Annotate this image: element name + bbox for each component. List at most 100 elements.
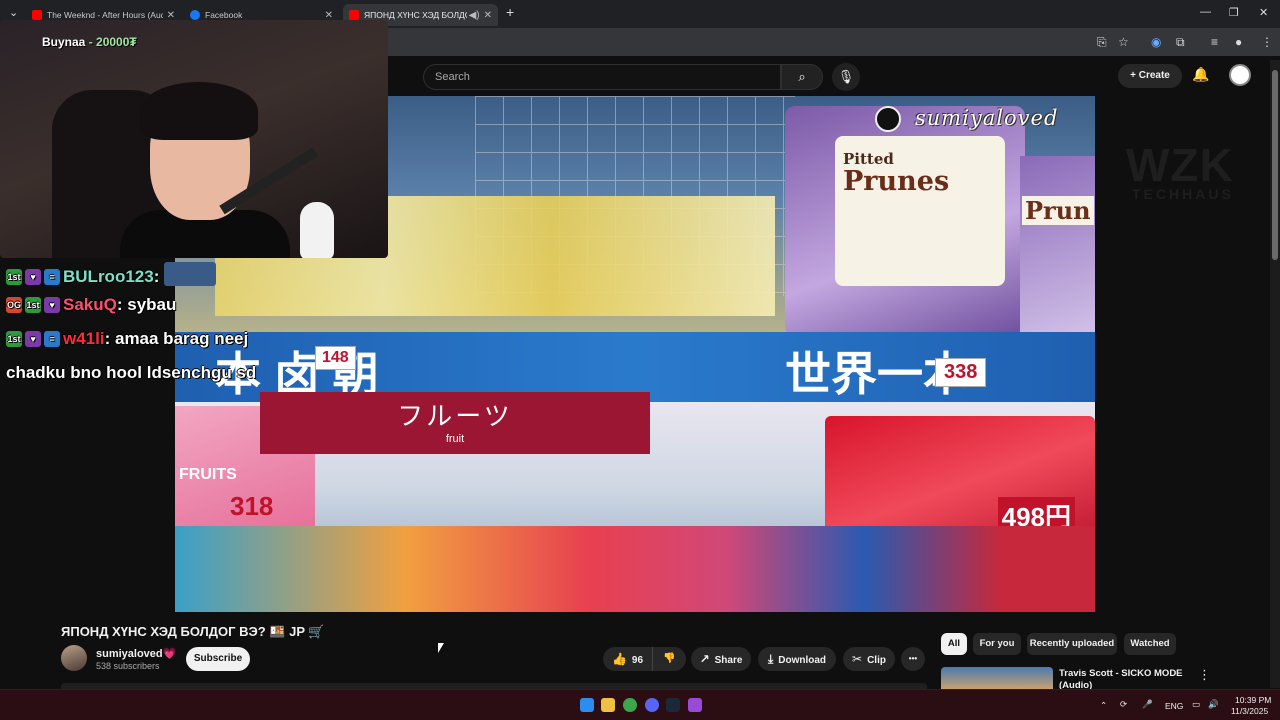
fruit-sign-english: fruit bbox=[445, 433, 465, 445]
channel-name[interactable]: sumiyaloved💗 bbox=[96, 647, 176, 660]
price-tag-2: 318 bbox=[230, 491, 274, 521]
new-tab-button[interactable]: + bbox=[506, 4, 514, 20]
windows-start-icon[interactable] bbox=[580, 698, 594, 712]
chip-all[interactable]: All bbox=[941, 633, 967, 655]
tab-title: The Weeknd - After Hours (Aud bbox=[47, 10, 163, 20]
youtube-icon bbox=[32, 10, 42, 20]
page-scrollbar[interactable] bbox=[1270, 60, 1280, 688]
account-avatar[interactable] bbox=[1229, 64, 1251, 86]
chip-recently-uploaded[interactable]: Recently uploaded bbox=[1027, 633, 1117, 655]
subscriber-badge-icon: ≡ bbox=[44, 331, 60, 347]
chrome-icon[interactable] bbox=[623, 698, 637, 712]
video-title: ЯПОНД ХҮНС ХЭД БОЛДОГ ВЭ? 🍱 JP 🛒 bbox=[61, 624, 325, 639]
first-badge-icon: 1st bbox=[6, 269, 22, 285]
donor-name: Buynaa bbox=[42, 35, 86, 49]
og-badge-icon: OG bbox=[6, 297, 22, 313]
language-indicator[interactable]: ENG bbox=[1165, 701, 1183, 711]
video-frame-bottom-bags bbox=[175, 526, 1095, 612]
subscribe-button[interactable]: Subscribe bbox=[186, 647, 250, 671]
windows-taskbar: ⌃ ⟳ 🎤 ENG ▭ 🔊 10:39 PM 11/3/2025 bbox=[0, 689, 1280, 720]
chat-username: BULroo123 bbox=[63, 267, 154, 286]
steam-icon[interactable] bbox=[666, 698, 680, 712]
file-explorer-icon[interactable] bbox=[601, 698, 615, 712]
price-tag-1: 148 bbox=[315, 346, 356, 370]
profile-icon[interactable]: ● bbox=[1235, 35, 1242, 49]
app-icon[interactable] bbox=[688, 698, 702, 712]
donation-amount: - 20000₮ bbox=[88, 35, 137, 49]
download-label: Download bbox=[778, 655, 827, 666]
chat-message: OG 1st ♥ SakuQ: sybau bbox=[6, 295, 177, 314]
close-window-button[interactable]: ✕ bbox=[1259, 6, 1268, 19]
voice-search-button[interactable]: 🎙 bbox=[832, 63, 860, 91]
facebook-icon bbox=[190, 10, 200, 20]
tab-search-icon[interactable]: ⌄ bbox=[9, 6, 18, 19]
video-frame-prunes-label: Pitted Prunes bbox=[835, 136, 1005, 286]
kebab-menu-icon[interactable]: ⋮ bbox=[1261, 35, 1273, 49]
search-icon: ⌕ bbox=[798, 69, 806, 84]
install-icon[interactable]: ⎘ bbox=[1097, 35, 1107, 50]
heart-badge-icon: ♥ bbox=[44, 297, 60, 313]
streamer-webcam bbox=[0, 20, 388, 258]
chat-username: w41li bbox=[63, 329, 105, 348]
network-icon[interactable]: ▭ bbox=[1192, 699, 1200, 710]
instagram-icon bbox=[875, 106, 901, 132]
search-button[interactable]: ⌕ bbox=[781, 64, 823, 90]
close-icon[interactable]: ✕ bbox=[325, 10, 333, 21]
chat-message: 1st ♥ ≡ BULroo123: bbox=[6, 262, 217, 287]
subscriber-count: 538 subscribers bbox=[96, 661, 160, 671]
extension-audio-icon[interactable]: ◉ bbox=[1151, 35, 1161, 49]
media-control-icon[interactable]: ≡ bbox=[1211, 35, 1218, 49]
speaker-icon[interactable]: ◀) bbox=[469, 10, 480, 21]
download-icon: ⤓ bbox=[767, 652, 774, 666]
scrollbar-thumb[interactable] bbox=[1272, 70, 1278, 260]
like-button[interactable]: 👍 96 bbox=[603, 647, 652, 671]
tab-title: Facebook bbox=[205, 10, 243, 20]
first-badge-icon: 1st bbox=[6, 331, 22, 347]
notifications-bell-icon[interactable]: 🔔 bbox=[1192, 66, 1209, 83]
chat-text: sybau bbox=[127, 295, 177, 314]
download-button[interactable]: ⤓ Download bbox=[758, 647, 836, 671]
fruits-text: FRUITS bbox=[179, 466, 237, 483]
prunes-text-3: Prun bbox=[1022, 196, 1094, 225]
bookmark-star-icon[interactable]: ☆ bbox=[1118, 35, 1129, 49]
background-logo-subtitle: TECHHAUS bbox=[1132, 186, 1234, 202]
microphone-icon[interactable]: 🎤 bbox=[1142, 699, 1153, 710]
create-label: Create bbox=[1138, 70, 1170, 81]
background-logo: WZK bbox=[1126, 139, 1234, 191]
dislike-button[interactable]: 👎 bbox=[652, 647, 686, 671]
more-actions-button[interactable]: ••• bbox=[901, 647, 925, 671]
chip-for-you[interactable]: For you bbox=[973, 633, 1021, 655]
sync-icon[interactable]: ⟳ bbox=[1120, 699, 1127, 710]
discord-icon[interactable] bbox=[645, 698, 659, 712]
subscriber-badge-icon: ≡ bbox=[44, 269, 60, 285]
microphone-icon: 🎙 bbox=[837, 69, 855, 84]
first-badge-icon: 1st bbox=[25, 297, 41, 313]
close-icon[interactable]: ✕ bbox=[167, 10, 175, 21]
maximize-button[interactable]: ❐ bbox=[1229, 6, 1239, 19]
channel-avatar[interactable] bbox=[61, 645, 87, 671]
create-button[interactable]: + Create bbox=[1118, 64, 1182, 88]
share-button[interactable]: ↗ Share bbox=[691, 647, 751, 671]
taskbar-clock-time[interactable]: 10:39 PM bbox=[1235, 695, 1271, 705]
close-icon[interactable]: ✕ bbox=[484, 10, 492, 21]
chat-text-continuation: chadku bno hool ldsenchgu sd bbox=[6, 363, 257, 382]
chip-watched[interactable]: Watched bbox=[1124, 633, 1176, 655]
minion-emote-icon bbox=[164, 262, 217, 286]
taskbar-clock-date[interactable]: 11/3/2025 bbox=[1231, 706, 1268, 716]
kebab-menu-icon[interactable]: ⋮ bbox=[1198, 667, 1211, 683]
mouse-cursor-icon bbox=[438, 643, 444, 653]
extensions-icon[interactable]: ⧉ bbox=[1176, 35, 1185, 50]
recommended-video-thumbnail[interactable] bbox=[941, 667, 1053, 689]
chevron-up-icon[interactable]: ⌃ bbox=[1100, 700, 1107, 711]
donation-alert: Buynaa - 20000₮ bbox=[42, 35, 137, 49]
clip-button[interactable]: ✂ Clip bbox=[843, 647, 895, 671]
streamer-hair bbox=[140, 82, 258, 140]
volume-icon[interactable]: 🔊 bbox=[1208, 699, 1219, 710]
chat-message: 1st ♥ ≡ w41li: amaa barag neej bbox=[6, 329, 249, 348]
share-label: Share bbox=[714, 655, 743, 666]
prunes-text-2: Prunes bbox=[843, 166, 950, 197]
thumbs-up-icon: 👍 bbox=[611, 652, 627, 666]
search-input[interactable]: Search bbox=[423, 64, 781, 90]
minimize-button[interactable]: — bbox=[1200, 6, 1211, 18]
share-icon: ↗ bbox=[699, 652, 710, 666]
